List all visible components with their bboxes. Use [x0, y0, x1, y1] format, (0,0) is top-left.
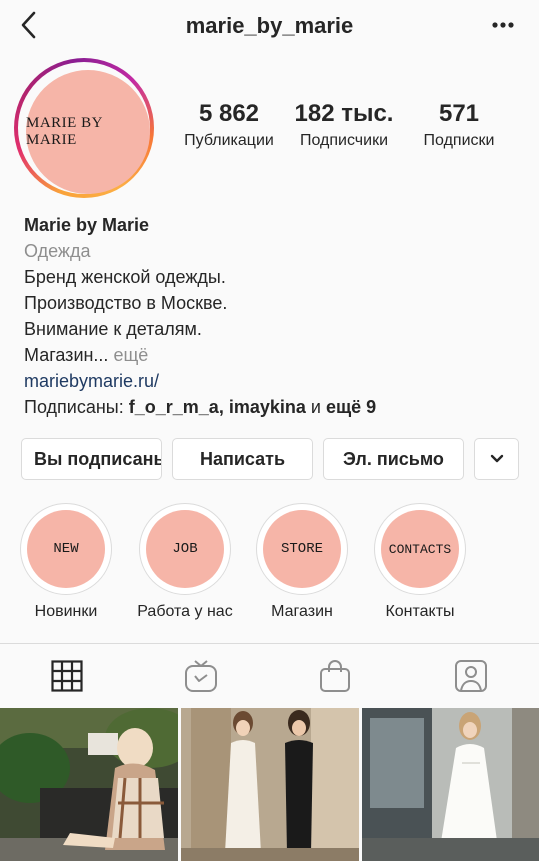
stat-posts-count: 5 862	[198, 100, 260, 127]
highlight-job[interactable]: JOB Работа у нас	[137, 503, 233, 620]
bio-truncated-line: Магазин... ещё	[24, 342, 376, 368]
chevron-down-icon	[490, 454, 503, 463]
post-image	[181, 708, 359, 861]
following-button[interactable]: Вы подписаны	[21, 438, 162, 480]
more-horizontal-icon	[492, 22, 514, 28]
stat-posts[interactable]: 5 862 Публикации	[176, 100, 282, 150]
stat-following-label: Подписки	[423, 132, 495, 149]
tab-igtv[interactable]	[134, 644, 268, 708]
bio-line: Внимание к деталям.	[24, 319, 202, 339]
post-image	[0, 708, 178, 861]
avatar-logo-text: MARIE BY MARIE	[26, 115, 103, 148]
stat-followers-count: 182 тыс.	[294, 100, 394, 127]
post-thumbnail[interactable]	[362, 708, 539, 861]
bio-line: Бренд женской одежды.	[24, 267, 226, 287]
profile-name: Marie by Marie	[24, 215, 150, 235]
tab-tagged[interactable]	[402, 644, 539, 708]
stat-following-count: 571	[438, 100, 480, 127]
profile-username: marie_by_marie	[185, 13, 354, 38]
message-button[interactable]: Написать	[172, 438, 313, 480]
highlight-cover: CONTACTS	[381, 510, 459, 588]
shopping-bag-icon	[320, 660, 350, 692]
tab-posts-grid[interactable]	[0, 644, 134, 709]
bio-truncated-text: Магазин...	[24, 345, 109, 365]
bio-line: Производство в Москве.	[24, 293, 228, 313]
followed-by[interactable]: Подписаны: f_o_r_m_a, imaykina и ещё 9	[24, 394, 376, 420]
avatar: MARIE BY MARIE	[26, 70, 150, 194]
website-link[interactable]: mariebymarie.ru/	[24, 368, 376, 394]
igtv-icon	[185, 660, 217, 692]
story-ring[interactable]: MARIE BY MARIE	[14, 58, 154, 198]
stat-posts-label: Публикации	[184, 132, 274, 149]
stat-following[interactable]: 571 Подписки	[408, 100, 510, 150]
email-button-label: Эл. письмо	[343, 448, 444, 469]
profile-category: Одежда	[24, 241, 91, 261]
followed-by-users[interactable]: f_o_r_m_a, imaykina	[129, 397, 306, 417]
more-options-button[interactable]	[487, 13, 519, 37]
post-thumbnail[interactable]	[181, 708, 359, 861]
followed-by-and: и	[310, 397, 321, 417]
highlight-store[interactable]: STORE Магазин	[256, 503, 348, 620]
bio-more-link[interactable]: ещё	[113, 345, 148, 365]
highlight-contacts[interactable]: CONTACTS Контакты	[374, 503, 466, 620]
top-bar: marie_by_marie	[0, 0, 539, 54]
email-button[interactable]: Эл. письмо	[323, 438, 464, 480]
post-image	[362, 708, 539, 861]
highlight-label: Контакты	[385, 603, 455, 620]
highlight-cover: JOB	[146, 510, 224, 588]
followed-by-more[interactable]: ещё 9	[326, 397, 376, 417]
stat-followers[interactable]: 182 тыс. Подписчики	[290, 100, 398, 150]
followed-by-prefix: Подписаны:	[24, 397, 124, 417]
posts-grid	[0, 708, 539, 861]
tab-shop[interactable]	[268, 644, 402, 708]
highlight-cover: NEW	[27, 510, 105, 588]
following-button-label: Вы подписаны	[34, 448, 162, 469]
highlight-new[interactable]: NEW Новинки	[20, 503, 112, 620]
profile-bio: Marie by Marie Одежда Бренд женской одеж…	[24, 212, 376, 420]
post-thumbnail[interactable]	[0, 708, 178, 861]
stat-followers-label: Подписчики	[299, 132, 388, 149]
message-button-label: Написать	[199, 448, 286, 469]
highlight-cover: STORE	[263, 510, 341, 588]
grid-icon	[51, 660, 83, 692]
profile-tab-bar	[0, 643, 539, 709]
suggestions-dropdown-button[interactable]	[474, 438, 519, 480]
tagged-icon	[454, 660, 487, 692]
